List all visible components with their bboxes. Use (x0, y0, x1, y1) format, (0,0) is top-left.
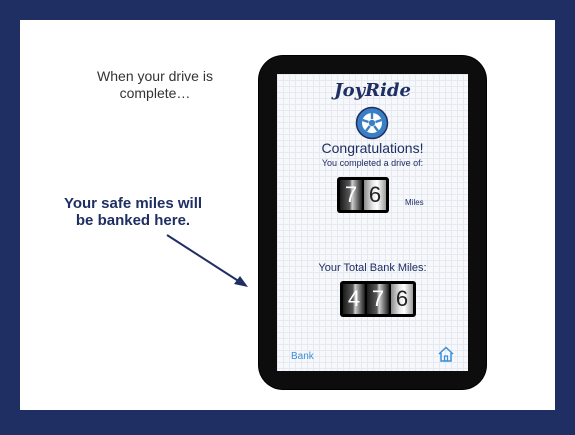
bank-tab-link[interactable]: Bank (291, 351, 314, 362)
congratulations-heading: Congratulations! (321, 140, 424, 156)
bank-miles-counter: 4 7 6 (340, 281, 416, 317)
bank-digit: 4 (343, 284, 365, 314)
joyride-logo: JoyRide (334, 80, 411, 101)
drive-miles-counter: 7 6 (337, 177, 389, 213)
wheel-icon (355, 106, 389, 140)
drive-completed-text: You completed a drive of: (321, 158, 424, 168)
slide: When your drive is complete… Your safe m… (20, 20, 555, 410)
total-bank-miles-title: Your Total Bank Miles: (318, 262, 427, 274)
drive-digit: 6 (364, 180, 386, 210)
drive-digit: 7 (340, 180, 362, 210)
phone-device: JoyRide Congratulations! You completed a… (259, 56, 486, 389)
bank-digit: 6 (391, 284, 413, 314)
home-icon[interactable] (437, 345, 455, 363)
bank-digit: 7 (367, 284, 389, 314)
app-screen: JoyRide Congratulations! You completed a… (277, 74, 468, 371)
miles-unit-label: Miles (405, 198, 424, 207)
